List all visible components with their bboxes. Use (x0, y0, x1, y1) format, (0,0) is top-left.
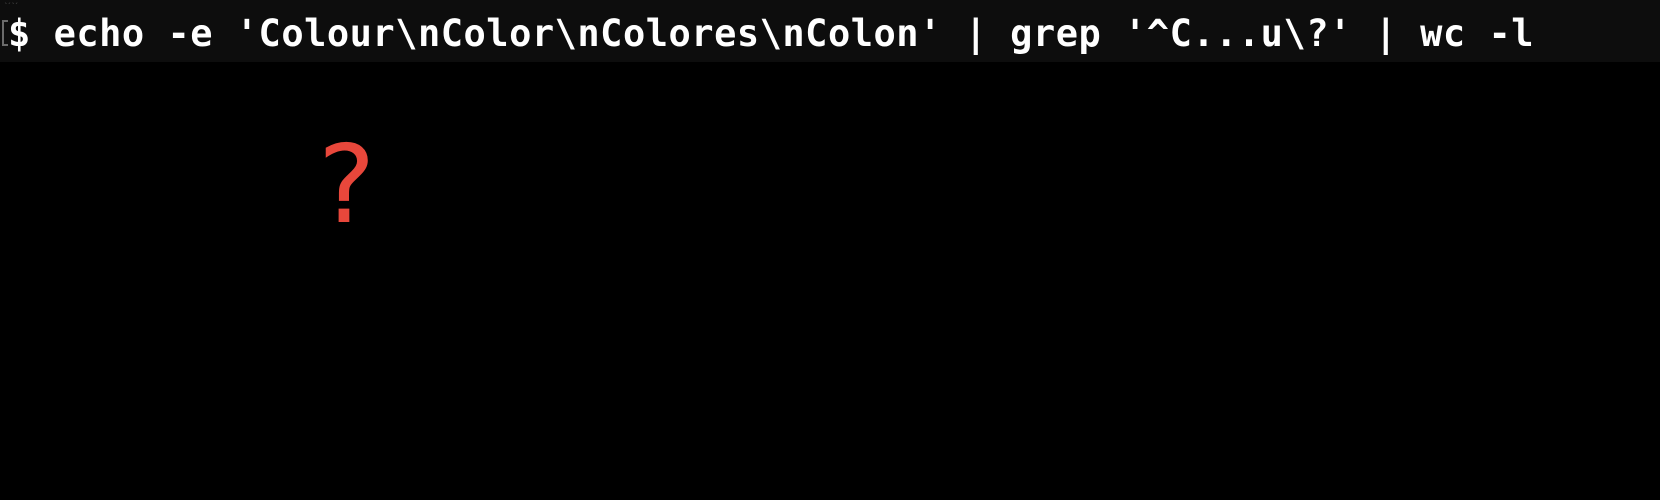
command-text: echo -e 'Colour\nColor\nColores\nColon' … (53, 12, 1534, 55)
prompt-symbol: $ (8, 12, 31, 55)
terminal-window[interactable]: ⌄⌄ $ echo -e 'Colour\nColor\nColores\nCo… (0, 0, 1674, 500)
window-edge (1660, 0, 1674, 500)
command-line[interactable]: $ echo -e 'Colour\nColor\nColores\nColon… (8, 6, 1534, 62)
previous-output-fragment: ⌄⌄ (4, 0, 30, 4)
unknown-output-question-mark: ? (318, 123, 376, 248)
